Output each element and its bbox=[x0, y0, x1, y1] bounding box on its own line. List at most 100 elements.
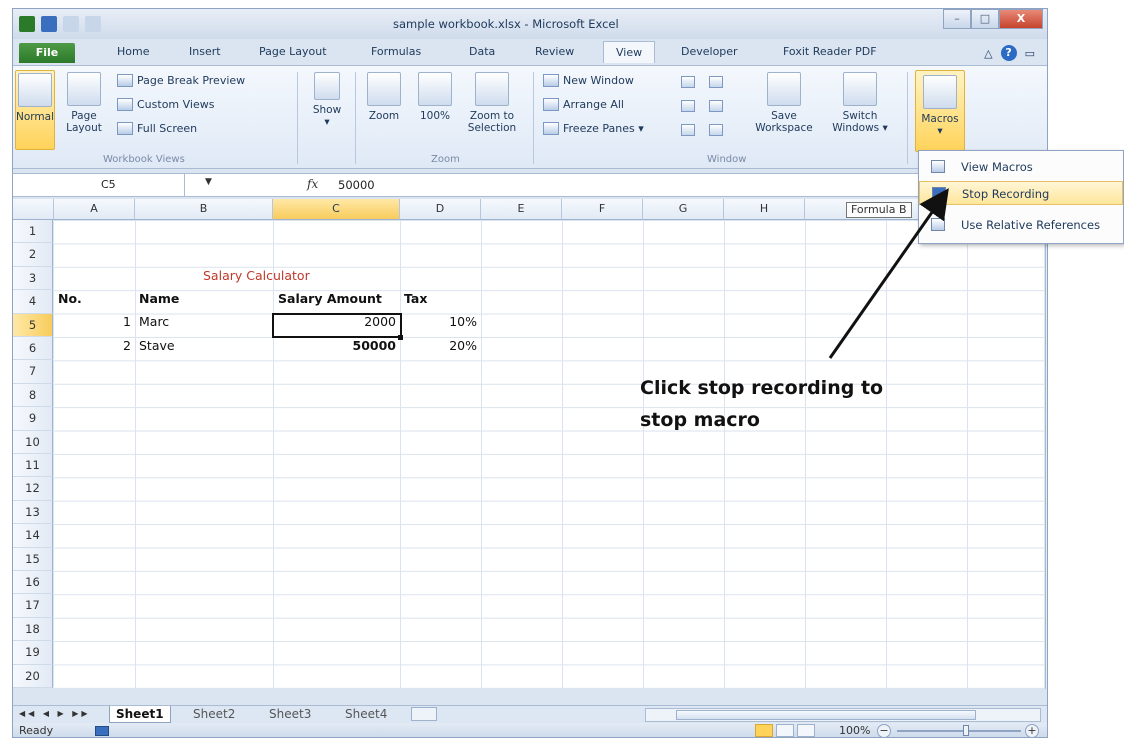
sheet-tab-sheet1[interactable]: Sheet1 bbox=[109, 706, 171, 723]
insert-function-icon[interactable]: fx bbox=[307, 177, 318, 191]
tab-developer[interactable]: Developer bbox=[681, 45, 738, 58]
sheet-tab-sheet2[interactable]: Sheet2 bbox=[187, 706, 241, 723]
row-header-5[interactable]: 5 bbox=[13, 313, 53, 337]
split-icon[interactable] bbox=[681, 76, 695, 88]
synchronous-scrolling-icon[interactable] bbox=[709, 100, 723, 112]
column-header-e[interactable]: E bbox=[481, 199, 562, 220]
column-header-f[interactable]: F bbox=[562, 199, 643, 220]
zoom-to-selection-button[interactable]: Zoom to Selection bbox=[463, 72, 521, 134]
tab-view[interactable]: View bbox=[603, 41, 656, 63]
row-header-13[interactable]: 13 bbox=[13, 500, 53, 525]
new-window-button[interactable]: New Window bbox=[543, 74, 634, 87]
tab-page-layout[interactable]: Page Layout bbox=[259, 45, 327, 58]
unhide-icon[interactable] bbox=[681, 124, 695, 136]
tab-insert[interactable]: Insert bbox=[189, 45, 221, 58]
select-all-corner[interactable] bbox=[13, 199, 54, 220]
row-header-6[interactable]: 6 bbox=[13, 337, 53, 361]
maximize-button[interactable]: □ bbox=[971, 9, 999, 29]
undo-icon[interactable] bbox=[63, 16, 79, 32]
page-layout-view-button[interactable]: Page Layout bbox=[59, 72, 109, 134]
row-header-20[interactable]: 20 bbox=[13, 664, 53, 688]
cell-c5[interactable]: 50000 bbox=[277, 335, 397, 357]
tab-file[interactable]: File bbox=[19, 43, 75, 63]
full-screen-button[interactable]: Full Screen bbox=[117, 122, 197, 135]
zoom-slider-handle[interactable] bbox=[963, 725, 969, 736]
macros-button[interactable]: Macros ▾ bbox=[915, 70, 965, 152]
row-header-7[interactable]: 7 bbox=[13, 360, 53, 384]
insert-worksheet-icon[interactable] bbox=[411, 707, 437, 721]
row-header-10[interactable]: 10 bbox=[13, 430, 53, 454]
hide-icon[interactable] bbox=[681, 100, 695, 112]
cell-a5[interactable]: 2 bbox=[58, 335, 131, 357]
row-header-11[interactable]: 11 bbox=[13, 454, 53, 478]
cell-c3-header[interactable]: Salary Amount bbox=[278, 288, 382, 310]
normal-view-button[interactable]: Normal bbox=[15, 70, 55, 150]
cell-d3-header[interactable]: Tax bbox=[404, 288, 427, 310]
save-workspace-button[interactable]: Save Workspace bbox=[749, 72, 819, 134]
sheet-tab-sheet3[interactable]: Sheet3 bbox=[263, 706, 317, 723]
row-header-8[interactable]: 8 bbox=[13, 383, 53, 408]
menu-item-use-relative-references[interactable]: Use Relative References bbox=[919, 213, 1123, 237]
row-header-15[interactable]: 15 bbox=[13, 547, 53, 571]
horizontal-scroll-thumb[interactable] bbox=[676, 710, 976, 720]
custom-views-button[interactable]: Custom Views bbox=[117, 98, 214, 111]
minimize-ribbon-icon[interactable]: △ bbox=[984, 47, 992, 60]
horizontal-scrollbar[interactable] bbox=[645, 708, 1041, 722]
page-layout-shortcut-icon[interactable] bbox=[776, 724, 794, 737]
tab-review[interactable]: Review bbox=[535, 45, 574, 58]
menu-item-stop-recording[interactable]: Stop Recording bbox=[919, 181, 1123, 205]
view-side-by-side-icon[interactable] bbox=[709, 76, 723, 88]
row-header-16[interactable]: 16 bbox=[13, 571, 53, 595]
zoom-in-button[interactable]: + bbox=[1025, 724, 1039, 737]
zoom-level[interactable]: 100% bbox=[839, 724, 870, 737]
column-header-c[interactable]: C bbox=[273, 199, 400, 220]
row-header-1[interactable]: 1 bbox=[13, 220, 53, 244]
cell-a3-header[interactable]: No. bbox=[58, 288, 82, 310]
save-icon[interactable] bbox=[41, 16, 57, 32]
redo-icon[interactable] bbox=[85, 16, 101, 32]
tab-home[interactable]: Home bbox=[117, 45, 149, 58]
formula-input[interactable]: 50000 bbox=[338, 178, 375, 192]
row-header-19[interactable]: 19 bbox=[13, 641, 53, 665]
name-box[interactable]: C5 ▼ bbox=[13, 174, 212, 196]
zoom-button[interactable]: Zoom bbox=[361, 72, 407, 122]
column-header-g[interactable]: G bbox=[643, 199, 724, 220]
switch-windows-button[interactable]: Switch Windows ▾ bbox=[823, 72, 897, 134]
cell-b4[interactable]: Marc bbox=[139, 311, 169, 333]
page-break-shortcut-icon[interactable] bbox=[797, 724, 815, 737]
freeze-panes-button[interactable]: Freeze Panes ▾ bbox=[543, 122, 644, 135]
cell-b5[interactable]: Stave bbox=[139, 335, 175, 357]
vertical-scrollbar[interactable] bbox=[1045, 199, 1047, 689]
row-header-3[interactable]: 3 bbox=[13, 266, 53, 291]
row-header-4[interactable]: 4 bbox=[13, 290, 53, 314]
row-header-18[interactable]: 18 bbox=[13, 617, 53, 642]
tab-formulas[interactable]: Formulas bbox=[371, 45, 421, 58]
macro-recording-icon[interactable] bbox=[95, 726, 109, 736]
row-header-9[interactable]: 9 bbox=[13, 407, 53, 431]
reset-window-position-icon[interactable] bbox=[709, 124, 723, 136]
sheet-navigation-buttons[interactable]: ◀◀ ◀ ▶ ▶▶ bbox=[19, 709, 91, 718]
zoom-out-button[interactable]: − bbox=[877, 724, 891, 737]
help-icon[interactable]: ? bbox=[1000, 45, 1017, 61]
column-header-h[interactable]: H bbox=[724, 199, 805, 220]
cells-area[interactable] bbox=[54, 220, 1044, 688]
cell-d5[interactable]: 20% bbox=[404, 335, 477, 357]
zoom-slider[interactable] bbox=[897, 730, 1021, 732]
row-header-14[interactable]: 14 bbox=[13, 524, 53, 548]
cell-b2-title[interactable]: Salary Calculator bbox=[203, 265, 310, 287]
column-header-d[interactable]: D bbox=[400, 199, 481, 220]
row-header-12[interactable]: 12 bbox=[13, 477, 53, 501]
cell-a4[interactable]: 1 bbox=[58, 311, 131, 333]
restore-window-icon[interactable]: ▭ bbox=[1025, 47, 1035, 60]
cell-d4[interactable]: 10% bbox=[404, 311, 477, 333]
fill-handle[interactable] bbox=[398, 334, 403, 340]
tab-foxit-reader-pdf[interactable]: Foxit Reader PDF bbox=[783, 45, 877, 58]
close-button[interactable]: X bbox=[999, 9, 1043, 29]
column-header-b[interactable]: B bbox=[135, 199, 273, 220]
zoom-100-button[interactable]: 100% bbox=[413, 72, 457, 122]
name-box-dropdown-icon[interactable]: ▼ bbox=[205, 177, 212, 187]
column-header-a[interactable]: A bbox=[54, 199, 135, 220]
sheet-tab-sheet4[interactable]: Sheet4 bbox=[339, 706, 393, 723]
arrange-all-button[interactable]: Arrange All bbox=[543, 98, 624, 111]
row-header-17[interactable]: 17 bbox=[13, 594, 53, 618]
